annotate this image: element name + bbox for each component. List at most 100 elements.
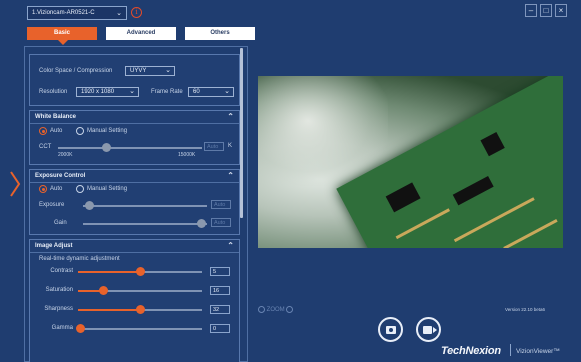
adjust-slider-thumb[interactable]	[76, 324, 86, 333]
colorspace-value: UYVY	[130, 68, 147, 74]
divider	[30, 252, 239, 253]
window-controls: – □ ×	[525, 4, 567, 17]
white-balance-section: White Balance ⌃ Auto Manual Setting CCT …	[29, 110, 240, 165]
adjust-row-label: Saturation	[45, 287, 73, 293]
chevron-up-icon[interactable]: ⌃	[227, 171, 234, 180]
adjust-row-label: Sharpness	[44, 306, 73, 312]
info-icon[interactable]: i	[131, 7, 142, 18]
cct-min-label: 2000K	[58, 152, 73, 158]
wb-auto-radio[interactable]	[39, 127, 47, 135]
wb-manual-label: Manual Setting	[87, 128, 128, 134]
tab-others[interactable]: Others	[185, 27, 255, 40]
preview-chip	[452, 175, 494, 206]
preview-trace	[395, 208, 451, 240]
adjust-slider-thumb[interactable]	[136, 305, 145, 314]
chevron-up-icon[interactable]: ⌃	[227, 241, 234, 250]
gain-value-box[interactable]: Auto	[211, 218, 231, 227]
gain-slider-thumb[interactable]	[196, 219, 206, 228]
framerate-dropdown[interactable]: 60 ⌄	[188, 87, 234, 97]
chevron-down-icon: ⌄	[165, 67, 171, 74]
close-button[interactable]: ×	[555, 4, 567, 17]
exposure-manual-radio[interactable]	[76, 185, 84, 193]
video-camera-icon	[423, 326, 432, 334]
framerate-value: 60	[193, 89, 200, 95]
image-adjust-title-text: Image Adjust	[35, 243, 73, 249]
cct-label: CCT	[39, 144, 52, 150]
tab-basic[interactable]: Basic	[27, 27, 97, 45]
zoom-in-icon[interactable]	[286, 306, 294, 313]
video-camera-lens	[433, 327, 437, 333]
adjust-slider-thumb[interactable]	[136, 267, 145, 276]
exposure-auto-radio[interactable]	[39, 185, 47, 193]
brand-logo: TechNexion	[441, 345, 501, 357]
adjust-row-label: Gamma	[51, 325, 73, 331]
chevron-up-icon[interactable]: ⌃	[227, 112, 234, 121]
image-adjust-section: Image Adjust ⌃ Real-time dynamic adjustm…	[29, 239, 240, 362]
image-adjust-title[interactable]: Image Adjust ⌃	[30, 240, 239, 252]
zoom-control[interactable]: ZOOM	[258, 306, 294, 314]
panel-scrollbar[interactable]	[240, 48, 243, 218]
camera-preview	[258, 76, 563, 248]
cct-slider-track[interactable]	[58, 147, 202, 149]
colorspace-label: Color Space / Compression	[39, 68, 113, 74]
gain-slider-track[interactable]	[83, 223, 207, 225]
cct-value-box[interactable]: Auto	[204, 142, 224, 151]
wb-auto-label: Auto	[50, 128, 63, 134]
record-button[interactable]	[416, 317, 441, 342]
resolution-label: Resolution	[39, 89, 68, 95]
white-balance-title[interactable]: White Balance ⌃	[30, 111, 239, 123]
resolution-dropdown[interactable]: 1920 x 1080 ⌄	[76, 87, 139, 97]
white-balance-title-text: White Balance	[35, 114, 77, 120]
preview-lens-flare	[258, 76, 388, 186]
adjust-slider-track[interactable]	[78, 328, 202, 330]
adjust-value-box[interactable]: 0	[210, 324, 230, 333]
resolution-value: 1920 x 1080	[81, 89, 115, 95]
exposure-auto-label: Auto	[50, 186, 63, 192]
exposure-slider-thumb[interactable]	[85, 201, 95, 210]
image-adjust-subtitle: Real-time dynamic adjustment	[39, 256, 120, 262]
exposure-slider-track[interactable]	[83, 205, 207, 207]
chevron-down-icon: ⌄	[116, 10, 122, 17]
chevron-down-icon: ⌄	[224, 88, 230, 95]
camera-lens	[389, 328, 393, 332]
adjust-value-box[interactable]: 32	[210, 305, 230, 314]
exposure-title[interactable]: Exposure Control ⌃	[30, 170, 239, 182]
preview-chip	[385, 182, 421, 213]
zoom-label: ZOOM	[266, 307, 285, 314]
adjust-slider-thumb[interactable]	[98, 286, 108, 295]
cct-max-label: 15000K	[178, 152, 196, 158]
cct-slider-thumb[interactable]	[101, 143, 111, 152]
format-section: Color Space / Compression UYVY ⌄ Resolut…	[29, 54, 240, 106]
colorspace-dropdown[interactable]: UYVY ⌄	[125, 66, 175, 76]
cct-unit-label: K	[228, 143, 233, 149]
preview-trace	[503, 219, 558, 248]
framerate-label: Frame Rate	[151, 89, 183, 95]
adjust-row-label: Contrast	[50, 268, 73, 274]
zoom-out-icon[interactable]	[258, 306, 265, 313]
brand-separator	[510, 344, 511, 356]
exposure-manual-label: Manual Setting	[87, 186, 128, 192]
adjust-value-box[interactable]: 16	[210, 286, 230, 295]
wb-manual-radio[interactable]	[76, 127, 84, 135]
maximize-button[interactable]: □	[540, 4, 552, 17]
settings-tabs: Basic Advanced Others	[27, 27, 255, 45]
chevron-down-icon: ⌄	[129, 88, 135, 95]
preview-chip	[480, 131, 505, 157]
exposure-value-box[interactable]: Auto	[211, 200, 231, 209]
expand-panel-icon[interactable]	[8, 170, 22, 198]
version-label: Version 22.10 beta6	[505, 307, 546, 312]
camera-select[interactable]: 1.Vizioncam-AR0521-C ⌄	[27, 6, 127, 20]
exposure-section: Exposure Control ⌃ Auto Manual Setting E…	[29, 169, 240, 235]
exposure-label: Exposure	[39, 202, 65, 208]
adjust-slider-track[interactable]	[78, 290, 202, 292]
product-name: VizionViewer™	[516, 348, 560, 355]
tab-advanced[interactable]: Advanced	[106, 27, 176, 40]
adjust-value-box[interactable]: 5	[210, 267, 230, 276]
minimize-button[interactable]: –	[525, 4, 537, 17]
divider	[30, 123, 239, 124]
gain-label: Gain	[54, 220, 67, 226]
exposure-title-text: Exposure Control	[35, 173, 86, 179]
app-window: 1.Vizioncam-AR0521-C ⌄ i – □ × Basic Adv…	[0, 0, 581, 362]
snapshot-button[interactable]	[378, 317, 403, 342]
camera-select-value: 1.Vizioncam-AR0521-C	[32, 10, 95, 16]
